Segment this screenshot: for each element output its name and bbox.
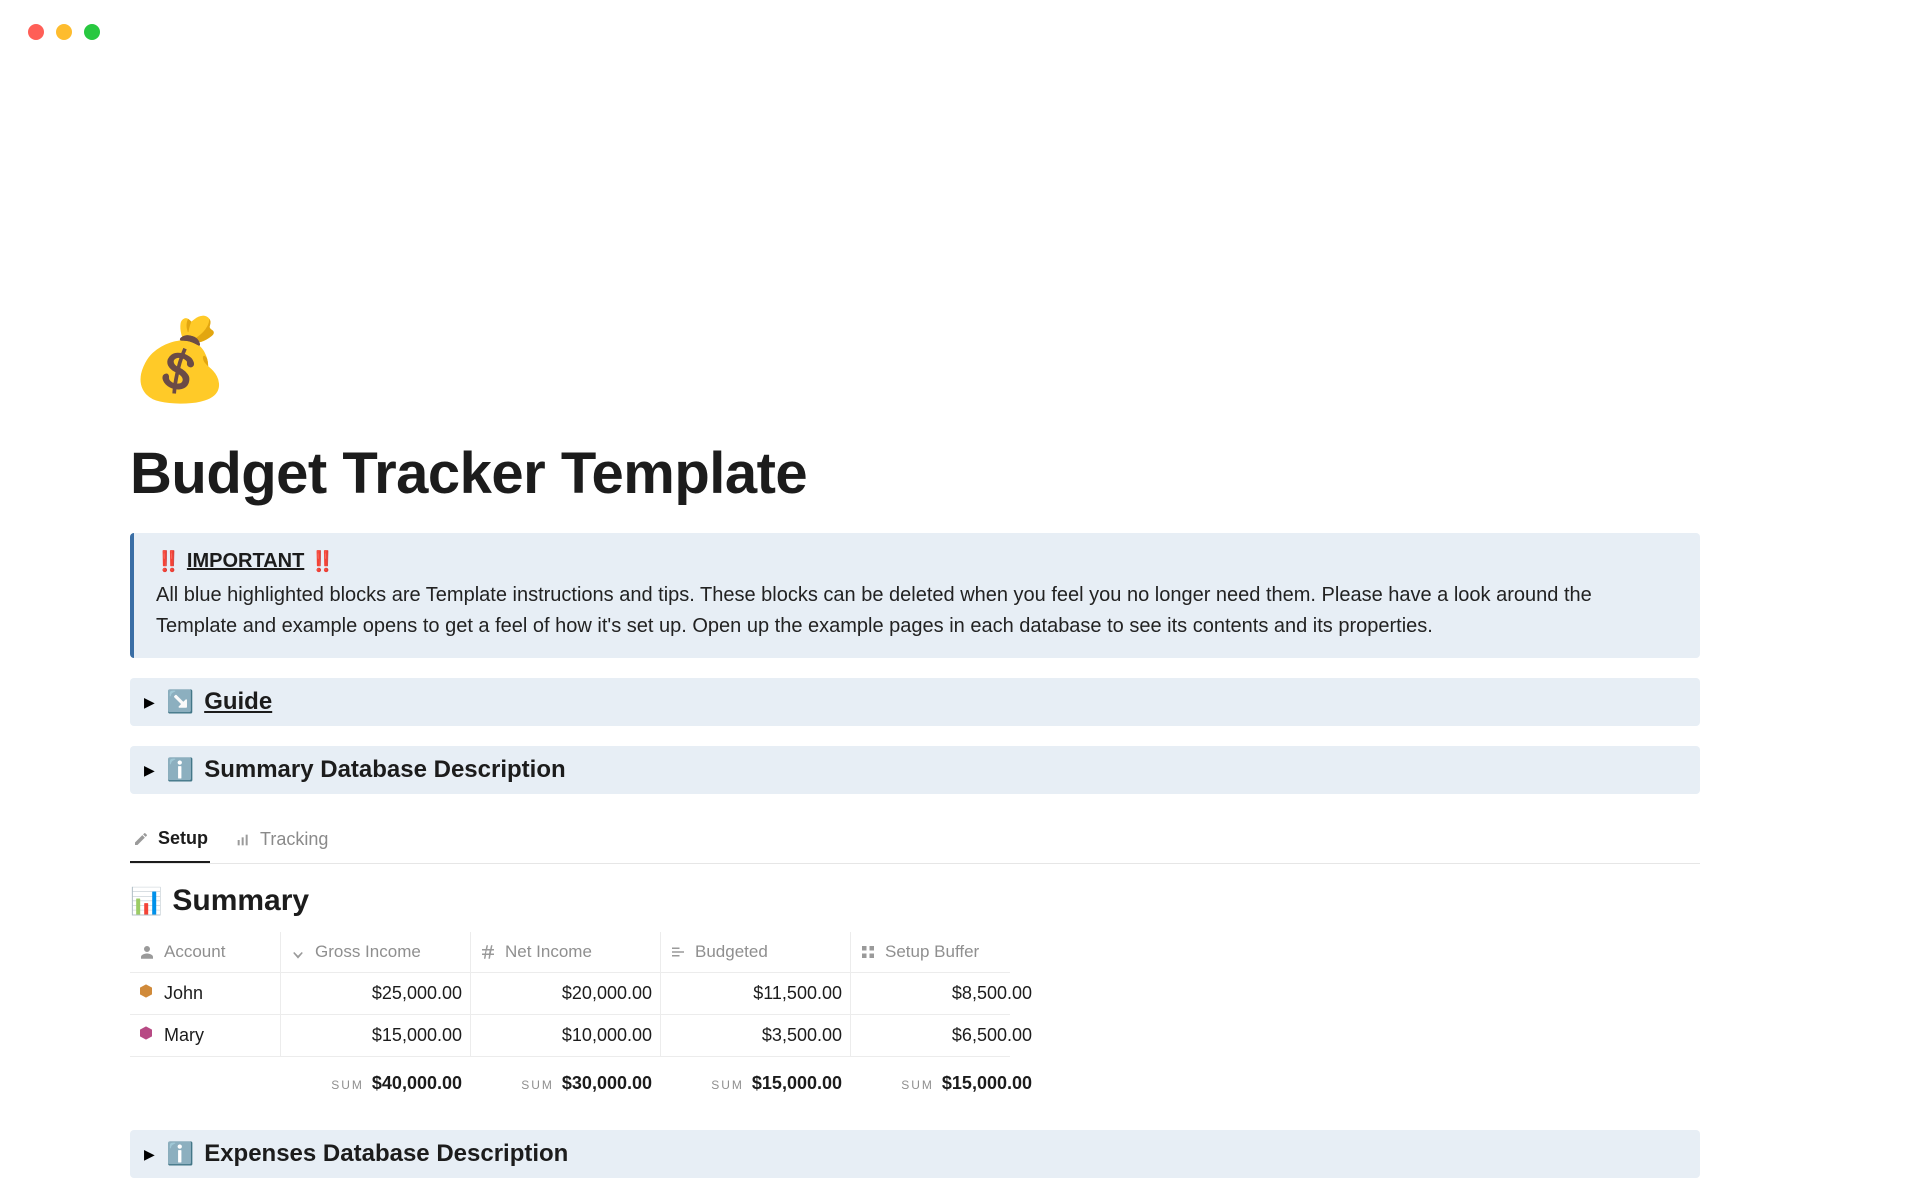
tab-setup[interactable]: Setup <box>130 818 210 863</box>
summary-heading: Summary <box>172 884 309 918</box>
hash-icon <box>479 943 497 961</box>
cell-account[interactable]: Mary <box>130 1015 280 1056</box>
col-setup-buffer[interactable]: Setup Buffer <box>850 932 1040 972</box>
callout-body: All blue highlighted blocks are Template… <box>156 580 1678 642</box>
cell-budgeted[interactable]: $11,500.00 <box>660 973 850 1014</box>
cell-buffer[interactable]: $8,500.00 <box>850 973 1040 1014</box>
sum-gross[interactable]: SUM$40,000.00 <box>280 1067 470 1100</box>
tab-setup-label: Setup <box>158 828 208 849</box>
arrow-down-right-icon: ↘️ <box>167 689 194 715</box>
col-account-label: Account <box>164 942 225 962</box>
toggle-guide-label: Guide <box>204 688 272 716</box>
pencil-icon <box>132 830 150 848</box>
toggle-expenses-description[interactable]: ▶ ℹ️ Expenses Database Description <box>130 1130 1700 1178</box>
col-net-label: Net Income <box>505 942 592 962</box>
account-name: Mary <box>164 1025 204 1046</box>
table-footer-row: SUM$40,000.00 SUM$30,000.00 SUM$15,000.0… <box>130 1057 1010 1100</box>
formula-icon <box>669 943 687 961</box>
arrow-down-icon <box>289 943 307 961</box>
bars-icon <box>234 831 252 849</box>
person-icon <box>138 943 156 961</box>
hexagon-icon <box>138 983 154 1004</box>
tab-tracking[interactable]: Tracking <box>232 818 330 863</box>
important-callout[interactable]: ‼️ IMPORTANT ‼️ All blue highlighted blo… <box>130 533 1700 658</box>
info-icon: ℹ️ <box>167 757 194 783</box>
cell-budgeted[interactable]: $3,500.00 <box>660 1015 850 1056</box>
cell-gross[interactable]: $15,000.00 <box>280 1015 470 1056</box>
sum-budgeted[interactable]: SUM$15,000.00 <box>660 1067 850 1100</box>
account-name: John <box>164 983 203 1004</box>
sum-buffer[interactable]: SUM$15,000.00 <box>850 1067 1040 1100</box>
col-budgeted[interactable]: Budgeted <box>660 932 850 972</box>
col-gross-income[interactable]: Gross Income <box>280 932 470 972</box>
chevron-right-icon: ▶ <box>144 1146 155 1163</box>
zoom-window-dot[interactable] <box>84 24 100 40</box>
chevron-right-icon: ▶ <box>144 694 155 711</box>
toggle-summary-description[interactable]: ▶ ℹ️ Summary Database Description <box>130 746 1700 794</box>
double-exclamation-icon: ‼️ <box>310 549 335 574</box>
hexagon-icon <box>138 1025 154 1046</box>
cell-buffer[interactable]: $6,500.00 <box>850 1015 1040 1056</box>
table-row[interactable]: Mary$15,000.00$10,000.00$3,500.00$6,500.… <box>130 1015 1010 1057</box>
cell-gross[interactable]: $25,000.00 <box>280 973 470 1014</box>
grid-icon <box>859 943 877 961</box>
double-exclamation-icon: ‼️ <box>156 549 181 574</box>
col-account[interactable]: Account <box>130 932 280 972</box>
col-budgeted-label: Budgeted <box>695 942 768 962</box>
important-label: IMPORTANT <box>187 550 304 573</box>
page-emoji-icon[interactable]: 💰 <box>130 320 1780 400</box>
cell-net[interactable]: $10,000.00 <box>470 1015 660 1056</box>
table-row[interactable]: John$25,000.00$20,000.00$11,500.00$8,500… <box>130 973 1010 1015</box>
chevron-right-icon: ▶ <box>144 762 155 779</box>
toggle-summary-description-label: Summary Database Description <box>204 756 565 784</box>
bar-chart-icon: 📊 <box>130 886 162 917</box>
summary-title-row[interactable]: 📊 Summary <box>130 884 1780 918</box>
minimize-window-dot[interactable] <box>56 24 72 40</box>
summary-table: Account Gross Income Net Income Budgeted… <box>130 932 1010 1100</box>
col-net-income[interactable]: Net Income <box>470 932 660 972</box>
table-header-row: Account Gross Income Net Income Budgeted… <box>130 932 1010 973</box>
toggle-expenses-description-label: Expenses Database Description <box>204 1140 568 1168</box>
col-gross-label: Gross Income <box>315 942 421 962</box>
cell-account[interactable]: John <box>130 973 280 1014</box>
page-title[interactable]: Budget Tracker Template <box>130 440 1780 507</box>
sum-net[interactable]: SUM$30,000.00 <box>470 1067 660 1100</box>
info-icon: ℹ️ <box>167 1141 194 1167</box>
close-window-dot[interactable] <box>28 24 44 40</box>
tab-tracking-label: Tracking <box>260 829 328 850</box>
cell-net[interactable]: $20,000.00 <box>470 973 660 1014</box>
col-buffer-label: Setup Buffer <box>885 942 979 962</box>
window-traffic-lights[interactable] <box>28 24 100 40</box>
toggle-guide[interactable]: ▶ ↘️ Guide <box>130 678 1700 726</box>
database-view-tabs: Setup Tracking <box>130 818 1700 864</box>
